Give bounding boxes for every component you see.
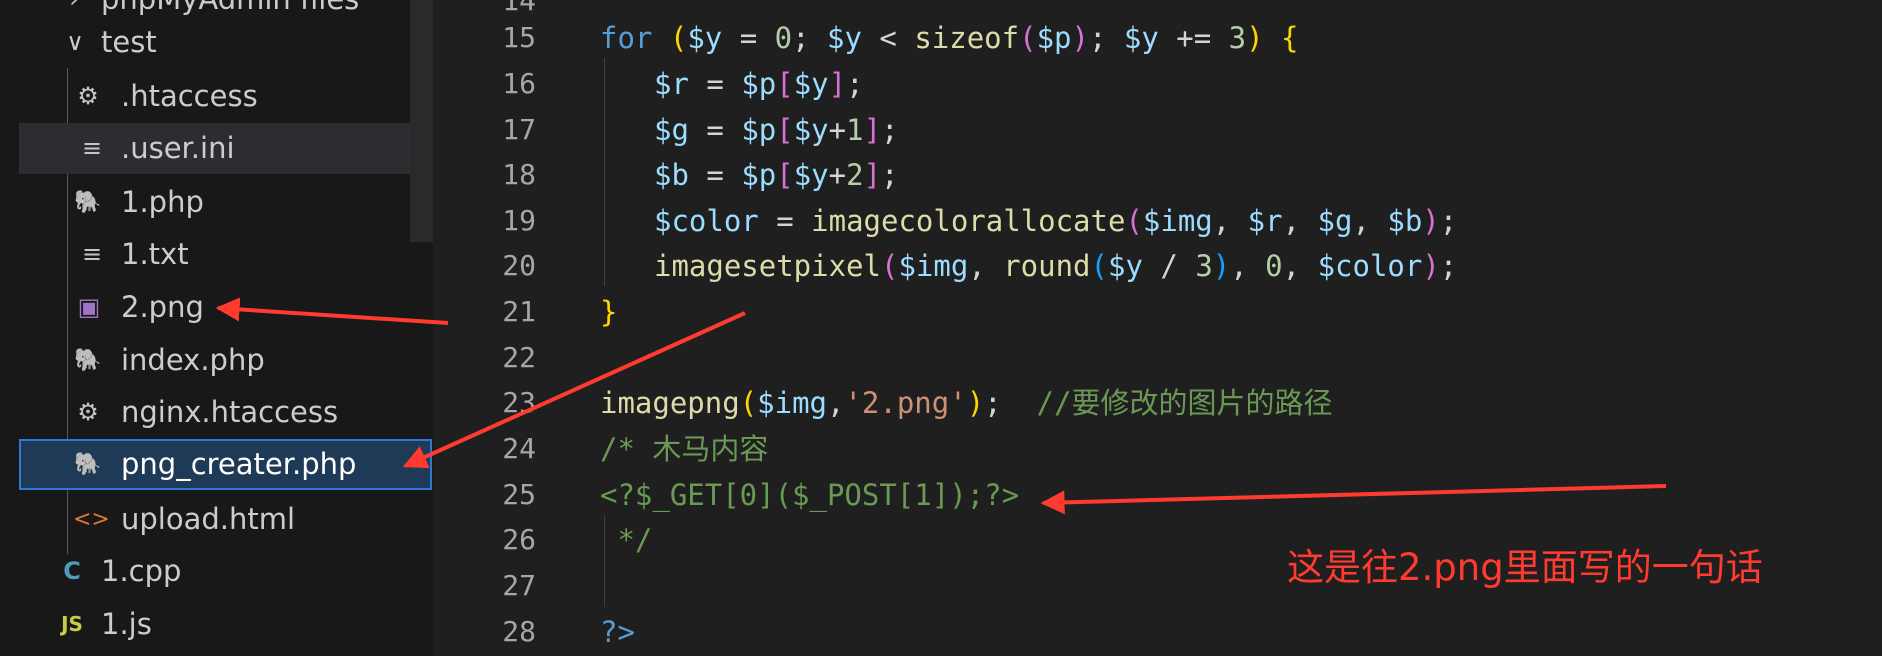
arrow-to-png-creater [402,311,746,469]
arrow-to-payload-line [1040,484,1667,515]
annotation-arrows [215,297,1667,515]
arrow-to-2-png [215,297,449,325]
